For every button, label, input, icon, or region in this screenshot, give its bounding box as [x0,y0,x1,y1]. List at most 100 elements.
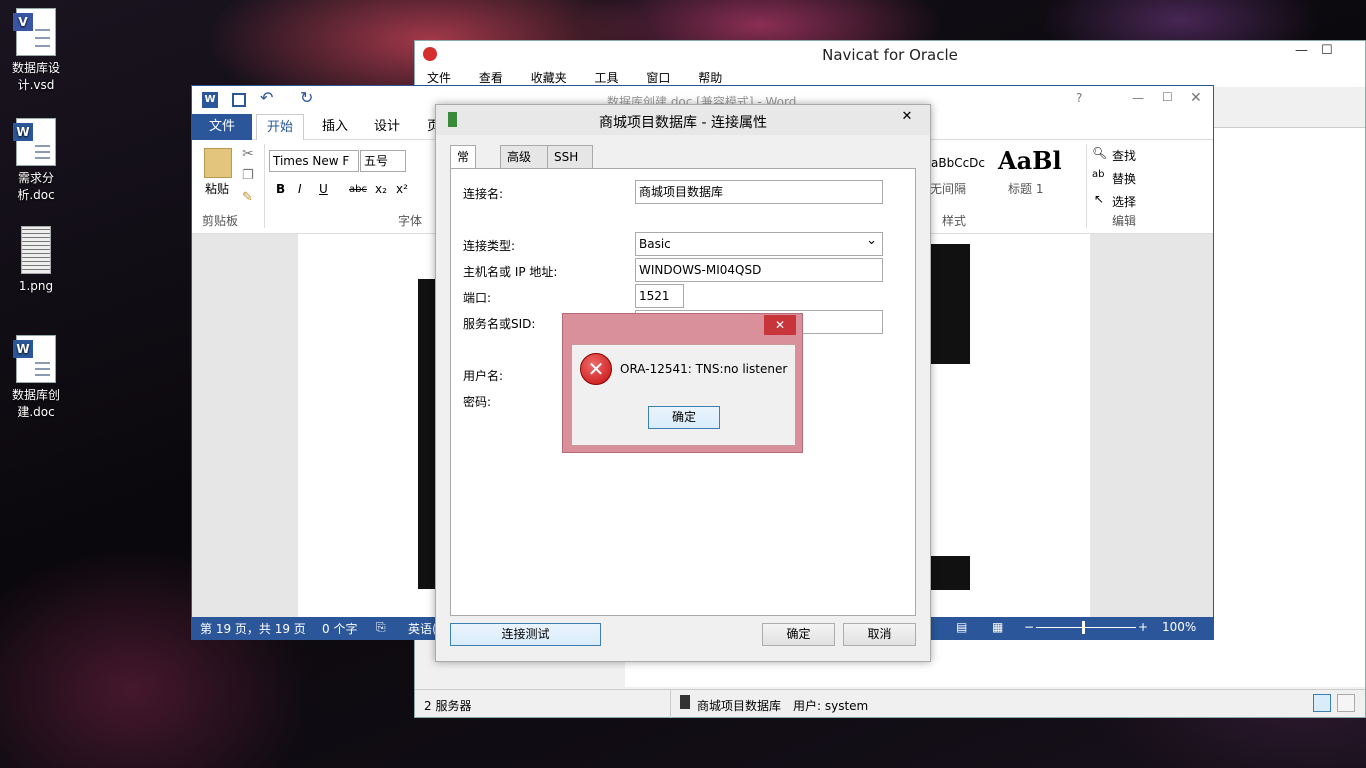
italic-icon[interactable]: I [298,182,302,196]
close-button[interactable]: ✕ [764,315,796,335]
password-label: 密码: [463,395,492,409]
menu-file[interactable]: 文件 [427,71,451,85]
menu-help[interactable]: 帮助 [698,71,722,85]
port-label: 端口: [463,291,492,305]
zoom-in-icon[interactable]: + [1138,620,1148,634]
find-button[interactable]: 查找 [1112,147,1136,164]
desktop-icon-requirements-doc[interactable]: W 需求分析.doc [0,118,72,204]
embedded-screenshot [930,556,970,590]
host-input[interactable]: WINDOWS-MI04QSD [635,258,883,282]
visio-file-icon: V [13,8,56,56]
error-dialog-body: ✕ ORA-12541: TNS:no listener 确定 [571,344,796,446]
zoom-out-icon[interactable]: − [1024,620,1034,634]
replace-icon[interactable]: ab [1092,169,1104,180]
font-group-label: 字体 [398,214,423,228]
ribbon-divider [1086,144,1087,228]
window-title: Navicat for Oracle [822,46,958,64]
tab-design[interactable]: 设计 [364,114,410,140]
desktop-icon-label: 数据库设计.vsd [11,61,60,92]
minimize-icon[interactable]: — [1132,91,1144,105]
ok-button[interactable]: 确定 [762,623,835,646]
desktop-icon-db-doc[interactable]: W 数据库创建.doc [0,335,72,421]
web-layout-icon[interactable]: ▦ [992,620,1003,634]
word-file-icon: W [13,118,56,166]
menu-favorites[interactable]: 收藏夹 [531,71,567,85]
cancel-button[interactable]: 取消 [843,623,916,646]
sid-label: 服务名或SID: [463,317,536,331]
font-size-select[interactable]: 五号 [360,150,406,172]
undo-icon[interactable]: ↶ [260,88,273,107]
ribbon-divider [264,144,265,228]
subscript-icon[interactable]: x₂ [375,182,387,196]
underline-icon[interactable]: U [319,182,328,196]
copy-icon[interactable]: ❐ [242,168,254,183]
ok-button[interactable]: 确定 [648,406,720,429]
status-divider [670,690,671,718]
language-indicator[interactable]: 英语( [408,620,437,637]
port-input[interactable]: 1521 [635,284,684,308]
tab-insert[interactable]: 插入 [312,114,358,140]
username-label: 用户名: [463,369,504,383]
database-icon [680,695,690,709]
desktop-icon-label: 数据库创建.doc [11,388,60,419]
cut-icon[interactable]: ✂ [242,146,254,162]
redo-icon[interactable]: ↻ [300,88,313,107]
paste-icon[interactable] [204,148,232,178]
detail-view-icon[interactable] [1337,694,1355,712]
tab-ssh[interactable]: SSH [547,145,593,169]
error-dialog: ✕ ✕ ORA-12541: TNS:no listener 确定 [562,313,803,453]
select-button[interactable]: 选择 [1112,193,1136,210]
desktop-icon-png[interactable]: 1.png [0,226,72,295]
embedded-screenshot [930,244,970,364]
tab-advanced[interactable]: 高级 [500,145,548,169]
tab-file[interactable]: 文件 [192,114,252,140]
menu-view[interactable]: 查看 [479,71,503,85]
menu-tools[interactable]: 工具 [595,71,619,85]
test-connection-button[interactable]: 连接测试 [450,623,601,646]
list-view-icon[interactable] [1313,694,1331,712]
conn-name-input[interactable]: 商城项目数据库 [635,180,883,204]
style-heading1-name[interactable]: 标题 1 [1008,180,1043,197]
strikethrough-icon[interactable]: abc [349,184,367,195]
bold-icon[interactable]: B [276,182,285,196]
minimize-icon[interactable]: — [1295,43,1308,58]
style-no-spacing-preview[interactable]: aBbCcDc [931,156,985,170]
close-icon[interactable]: ✕ [1190,90,1202,106]
format-painter-icon[interactable]: ✎ [242,190,253,205]
print-layout-icon[interactable]: ▤ [956,620,967,634]
style-heading1-preview[interactable]: AaBl [998,146,1062,175]
conn-type-select[interactable]: Basic [635,230,883,256]
style-no-spacing-name[interactable]: 无间隔 [930,180,966,197]
save-icon[interactable] [232,93,246,107]
maximize-icon[interactable]: ☐ [1162,90,1173,104]
clipboard-group-label: 剪贴板 [202,214,239,228]
desktop-icon-label: 需求分析.doc [17,171,55,202]
dialog-title: 商城项目数据库 - 连接属性 [599,115,767,131]
word-count[interactable]: 0 个字 [322,620,357,637]
page-count[interactable]: 第 19 页，共 19 页 [200,620,306,637]
close-icon[interactable]: ✕ [892,107,922,127]
find-icon[interactable]: 🔍︎ [1092,146,1107,160]
menu-window[interactable]: 窗口 [646,71,670,85]
navicat-statusbar: 2 服务器 商城项目数据库 用户: system [415,689,1365,718]
zoom-level[interactable]: 100% [1162,620,1196,634]
help-icon[interactable]: ? [1076,91,1082,105]
desktop-icon-vsd[interactable]: V 数据库设计.vsd [0,8,72,94]
zoom-slider[interactable] [1036,627,1136,628]
tab-home[interactable]: 开始 [256,114,305,140]
error-message: ORA-12541: TNS:no listener [620,362,788,376]
proofing-icon[interactable]: ⎘ [376,620,386,635]
superscript-icon[interactable]: x² [396,182,408,196]
error-icon: ✕ [580,353,612,385]
tab-general[interactable]: 常规 [450,145,477,186]
font-name-select[interactable]: Times New F [269,150,359,172]
desktop-icon-label: 1.png [18,279,54,293]
status-connection: 商城项目数据库 [697,699,782,713]
replace-button[interactable]: 替换 [1112,170,1136,187]
select-icon[interactable]: ↖ [1094,192,1104,206]
zoom-slider-thumb[interactable] [1082,621,1085,634]
maximize-icon[interactable]: ☐ [1321,43,1333,58]
paste-button-label[interactable]: 粘贴 [205,180,229,197]
dialog-titlebar: 商城项目数据库 - 连接属性 ✕ [436,105,930,135]
conn-type-label: 连接类型: [463,239,516,253]
